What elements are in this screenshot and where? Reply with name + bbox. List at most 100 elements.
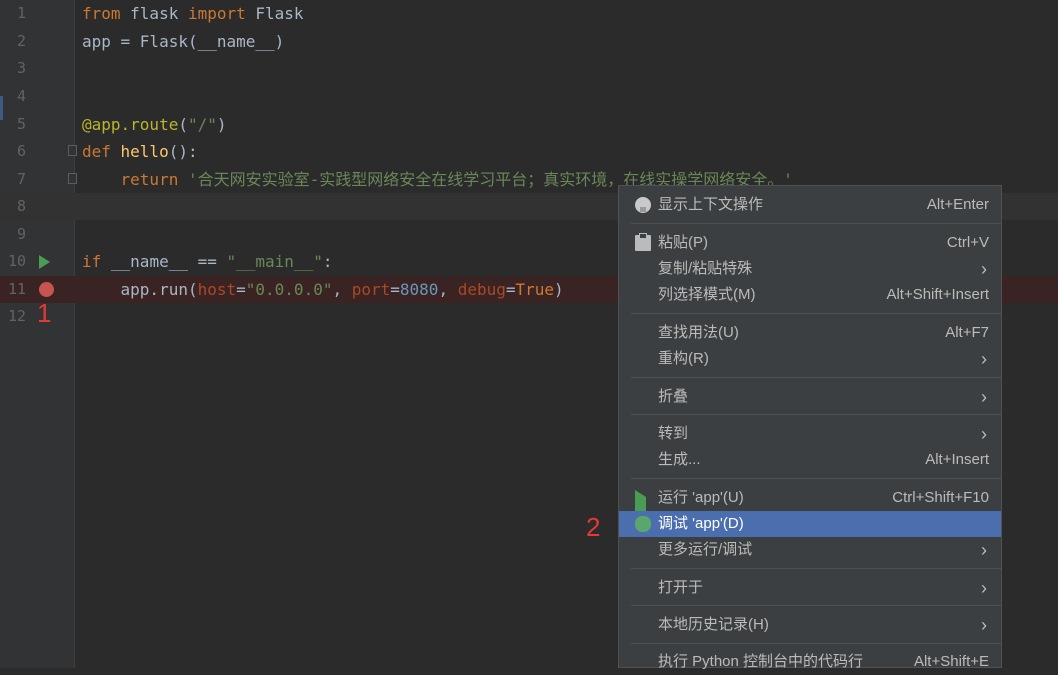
code-token: , — [438, 280, 458, 299]
menu-item-label: 重构(R) — [658, 350, 709, 367]
code-token: host — [197, 280, 237, 299]
run-icon[interactable] — [39, 255, 50, 269]
code-token: = — [236, 280, 246, 299]
code-token: (): — [168, 142, 198, 161]
menu-item-label: 调试 'app'(D) — [658, 515, 744, 532]
menu-item-debug-app[interactable]: 调试 'app'(D) — [619, 511, 1001, 537]
line-code: def hello(): — [82, 138, 198, 165]
code-token: "0.0.0.0" — [245, 280, 333, 299]
line-code: if __name__ == "__main__": — [82, 248, 332, 275]
code-token: app = Flask(__name__) — [82, 32, 285, 51]
menu-item-shortcut: Alt+Insert — [925, 451, 989, 468]
code-line[interactable]: 6 def hello(): — [0, 138, 1058, 165]
line-code: @app.route("/") — [82, 111, 227, 138]
code-token: __name__ == — [110, 252, 227, 271]
menu-item-label: 打开于 — [658, 579, 704, 596]
menu-item-label: 更多运行/调试 — [658, 541, 753, 558]
line-code: app = Flask(__name__) — [82, 28, 284, 55]
code-token: app.run( — [82, 280, 198, 299]
code-line[interactable]: 3 — [0, 55, 1058, 82]
menu-item-label: 显示上下文操作 — [658, 196, 764, 213]
code-token: return — [120, 170, 188, 189]
line-number: 3 — [16, 59, 26, 77]
code-line[interactable]: 2 app = Flask(__name__) — [0, 28, 1058, 55]
menu-separator — [631, 313, 1001, 314]
menu-item-label: 列选择模式(M) — [658, 286, 756, 303]
code-token: ( — [178, 115, 188, 134]
menu-item-paste[interactable]: 粘贴(P) Ctrl+V — [619, 230, 1001, 256]
code-token: hello — [120, 142, 169, 161]
line-number: 4 — [16, 87, 26, 105]
code-token: import — [187, 4, 246, 23]
chevron-right-icon: › — [981, 578, 987, 598]
code-token: = — [505, 280, 516, 299]
chevron-right-icon: › — [981, 349, 987, 369]
breakpoint-icon[interactable] — [39, 282, 54, 297]
menu-item-show-context-actions[interactable]: 显示上下文操作 Alt+Enter — [619, 192, 1001, 218]
menu-item-shortcut: Alt+F7 — [945, 324, 989, 341]
menu-separator — [631, 414, 1001, 415]
debug-icon — [635, 516, 651, 532]
menu-item-column-selection[interactable]: 列选择模式(M) Alt+Shift+Insert — [619, 282, 1001, 308]
menu-item-label: 查找用法(U) — [658, 324, 739, 341]
menu-item-label: 粘贴(P) — [658, 234, 708, 251]
code-token: ) — [216, 115, 227, 134]
menu-separator — [631, 478, 1001, 479]
code-token: True — [515, 280, 555, 299]
menu-separator — [631, 568, 1001, 569]
chevron-right-icon: › — [981, 424, 987, 444]
code-line[interactable]: 1 from flask import Flask — [0, 0, 1058, 27]
code-token: ) — [554, 280, 564, 299]
menu-item-label: 复制/粘贴特殊 — [658, 260, 753, 277]
menu-item-open-in[interactable]: 打开于 › — [619, 575, 1001, 601]
code-token: : — [322, 252, 333, 271]
menu-item-shortcut: Ctrl+Shift+F10 — [892, 489, 989, 506]
menu-item-label: 转到 — [658, 425, 689, 442]
menu-item-find-usages[interactable]: 查找用法(U) Alt+F7 — [619, 320, 1001, 346]
line-code: from flask import Flask — [82, 0, 304, 27]
line-number: 5 — [16, 115, 26, 133]
line-number: 9 — [16, 225, 26, 243]
menu-separator — [631, 223, 1001, 224]
code-token: Flask — [245, 4, 304, 23]
menu-item-folding[interactable]: 折叠 › — [619, 384, 1001, 410]
fold-end-icon[interactable] — [68, 173, 77, 184]
menu-item-label: 折叠 — [658, 388, 689, 405]
line-number: 2 — [16, 32, 26, 50]
code-line[interactable]: 5 @app.route("/") — [0, 111, 1058, 138]
menu-item-local-history[interactable]: 本地历史记录(H) › — [619, 612, 1001, 638]
code-line[interactable]: 4 — [0, 83, 1058, 110]
code-token: debug — [457, 280, 506, 299]
line-number: 7 — [16, 170, 26, 188]
chevron-right-icon: › — [981, 540, 987, 560]
line-number: 12 — [7, 307, 26, 325]
lightbulb-base — [640, 207, 646, 212]
menu-item-generate[interactable]: 生成... Alt+Insert — [619, 447, 1001, 473]
context-menu: 显示上下文操作 Alt+Enter 粘贴(P) Ctrl+V 复制/粘贴特殊 ›… — [618, 185, 1002, 670]
code-token: , — [332, 280, 352, 299]
line-number: 11 — [7, 280, 26, 298]
code-token: if — [82, 252, 111, 271]
menu-item-go-to[interactable]: 转到 › — [619, 421, 1001, 447]
chevron-right-icon: › — [981, 387, 987, 407]
fold-icon[interactable] — [68, 145, 77, 156]
menu-item-more-run-debug[interactable]: 更多运行/调试 › — [619, 537, 1001, 563]
code-token: 8080 — [399, 280, 439, 299]
line-number: 1 — [16, 4, 26, 22]
chevron-right-icon: › — [981, 259, 987, 279]
clipboard-clip — [639, 233, 647, 239]
chevron-right-icon: › — [981, 615, 987, 635]
menu-item-execute-in-console[interactable]: 执行 Python 控制台中的代码行 Alt+Shift+E — [619, 649, 1001, 675]
code-token: port — [351, 280, 391, 299]
menu-separator — [631, 377, 1001, 378]
code-token: = — [390, 280, 400, 299]
menu-item-paste-special[interactable]: 复制/粘贴特殊 › — [619, 256, 1001, 282]
line-code: app.run(host="0.0.0.0", port=8080, debug… — [82, 276, 564, 303]
menu-item-shortcut: Ctrl+V — [946, 234, 989, 251]
annotation-marker-2: 2 — [586, 512, 601, 542]
menu-item-run-app[interactable]: 运行 'app'(U) Ctrl+Shift+F10 — [619, 485, 1001, 520]
menu-item-label: 生成... — [658, 451, 701, 468]
menu-item-shortcut: Alt+Shift+E — [913, 653, 989, 670]
menu-item-refactor[interactable]: 重构(R) › — [619, 346, 1001, 372]
